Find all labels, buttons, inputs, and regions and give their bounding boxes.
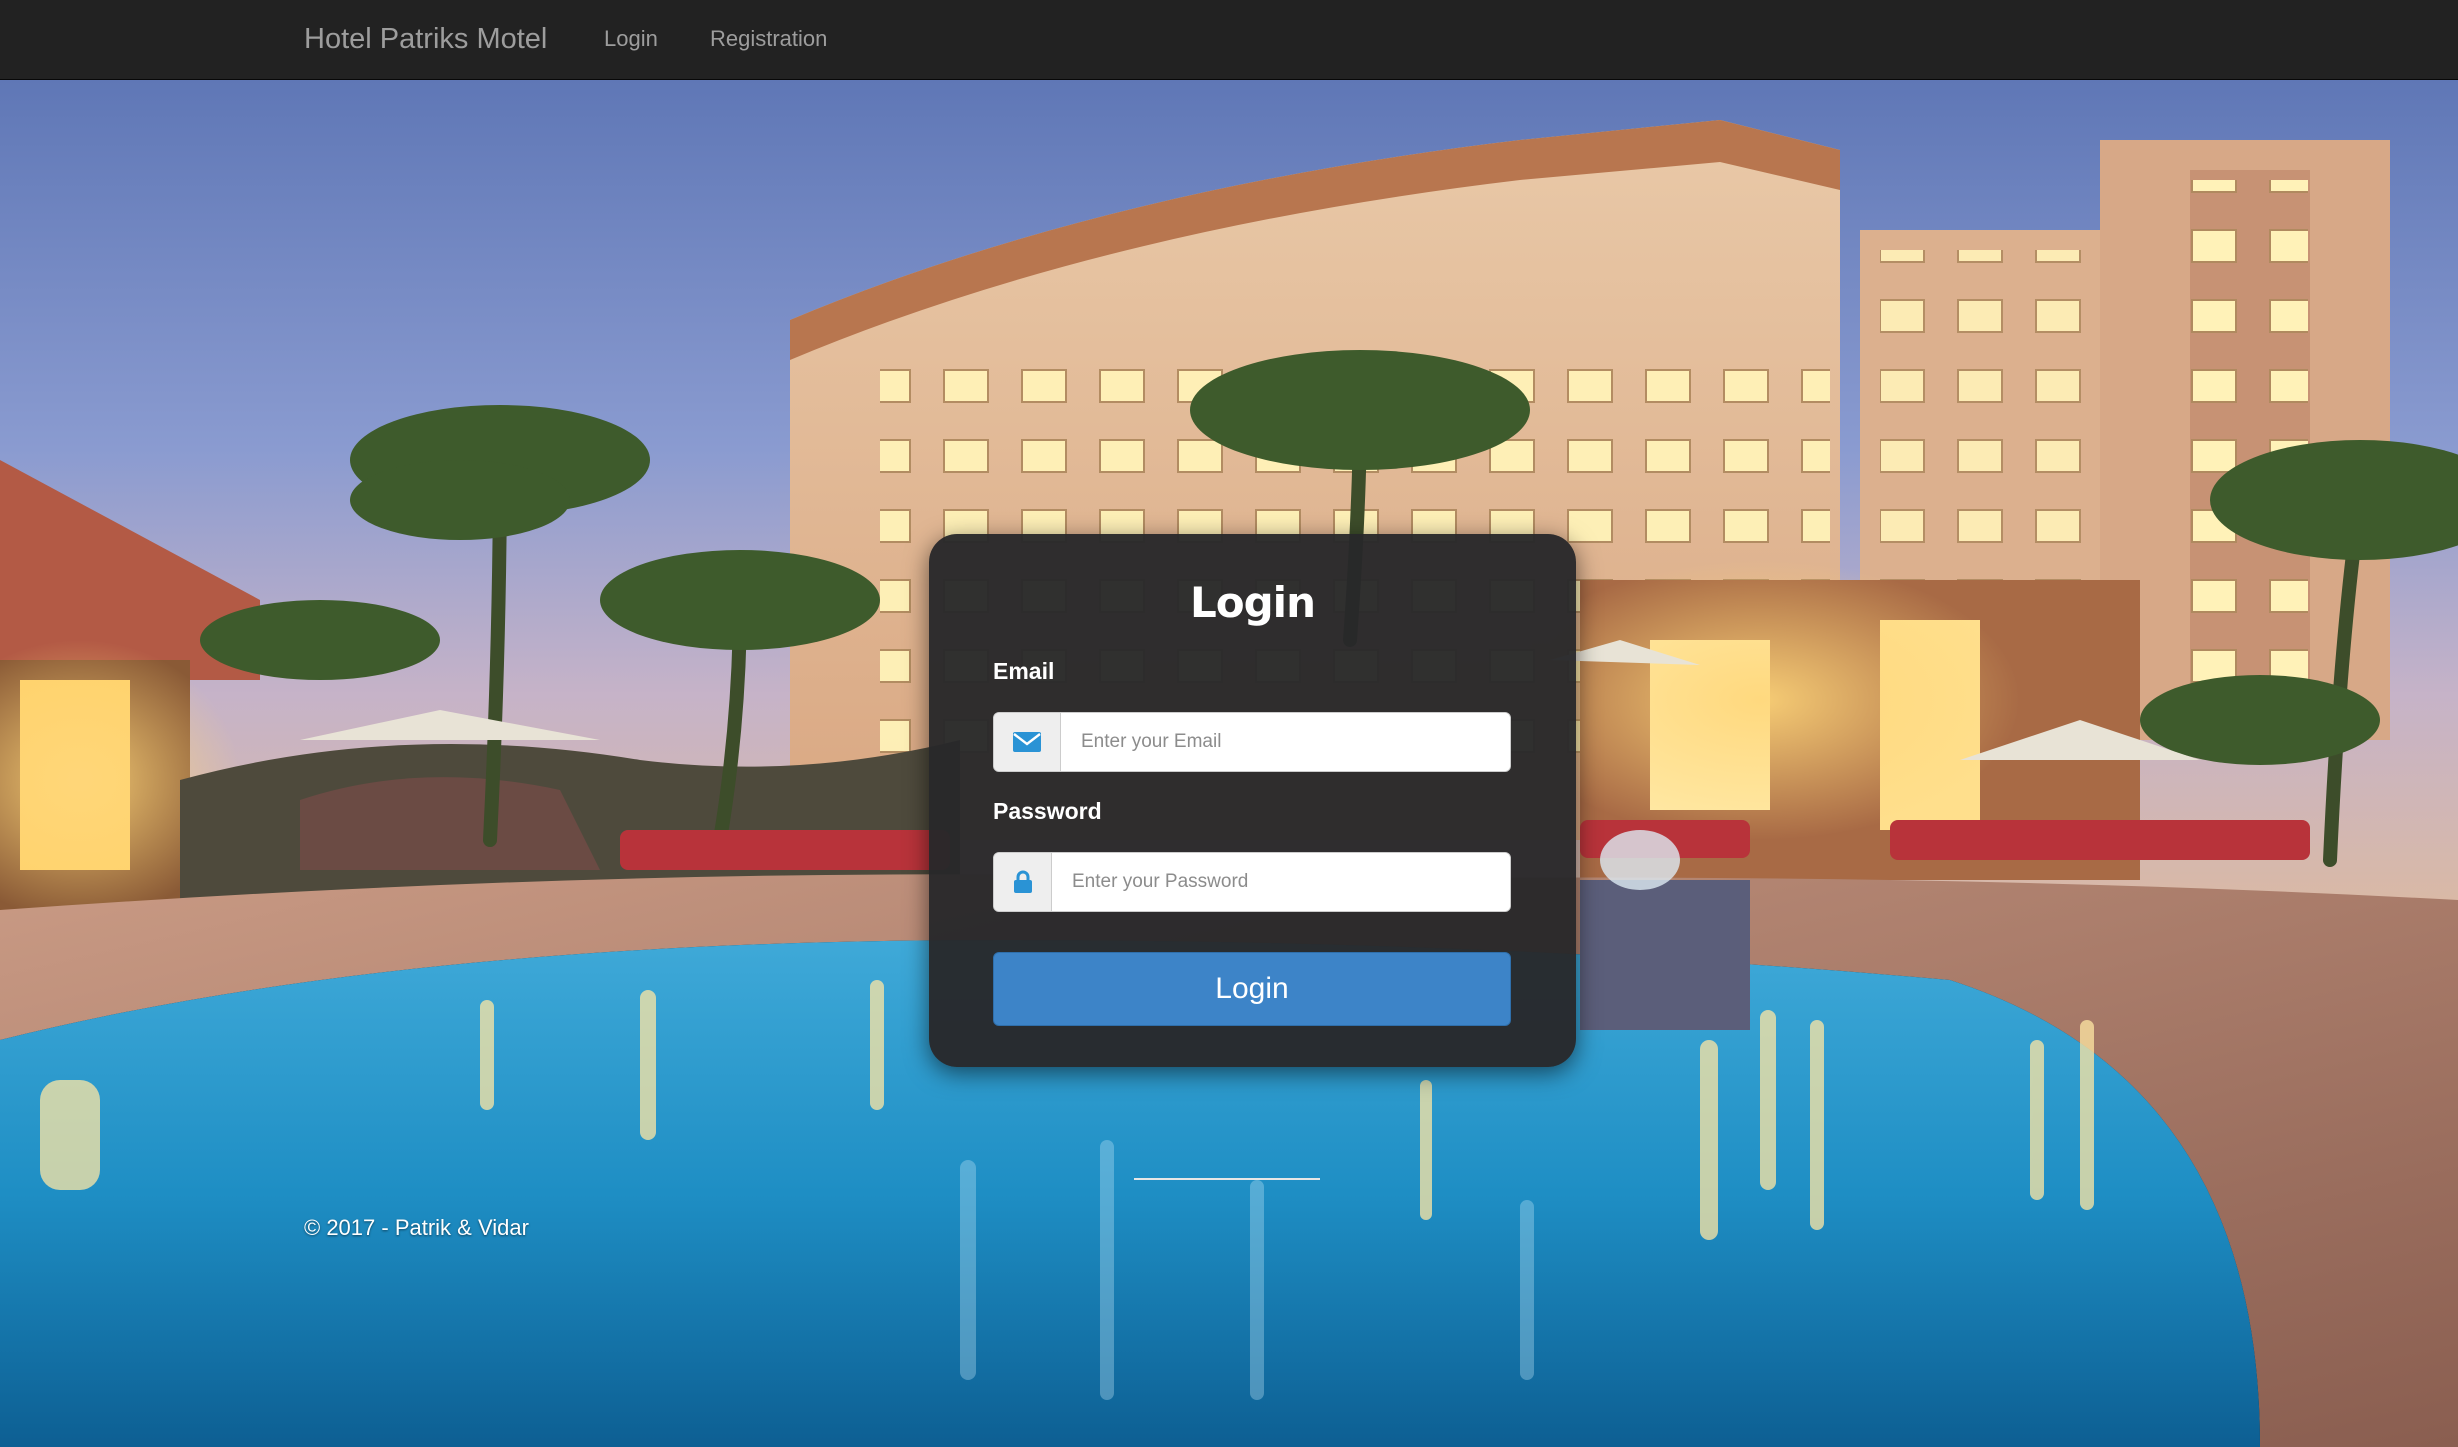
brand-link[interactable]: Hotel Patriks Motel <box>304 0 547 80</box>
footer-divider <box>1134 1178 1320 1180</box>
password-label: Password <box>993 798 1102 824</box>
email-field[interactable] <box>1061 713 1510 771</box>
password-field[interactable] <box>1052 853 1510 911</box>
password-input-group <box>993 852 1511 912</box>
nav-link-registration[interactable]: Registration <box>710 0 827 80</box>
email-input-group <box>993 712 1511 772</box>
footer-copyright: © 2017 - Patrik & Vidar <box>304 1215 529 1240</box>
nav-link-login[interactable]: Login <box>604 0 658 80</box>
login-button[interactable]: Login <box>993 952 1511 1026</box>
lock-icon <box>994 853 1052 911</box>
envelope-icon <box>994 713 1061 771</box>
email-label: Email <box>993 658 1055 684</box>
login-card: Login Email Password Login <box>929 534 1576 1067</box>
top-navbar: Hotel Patriks Motel Login Registration <box>0 0 2458 80</box>
login-title: Login <box>1190 578 1316 627</box>
